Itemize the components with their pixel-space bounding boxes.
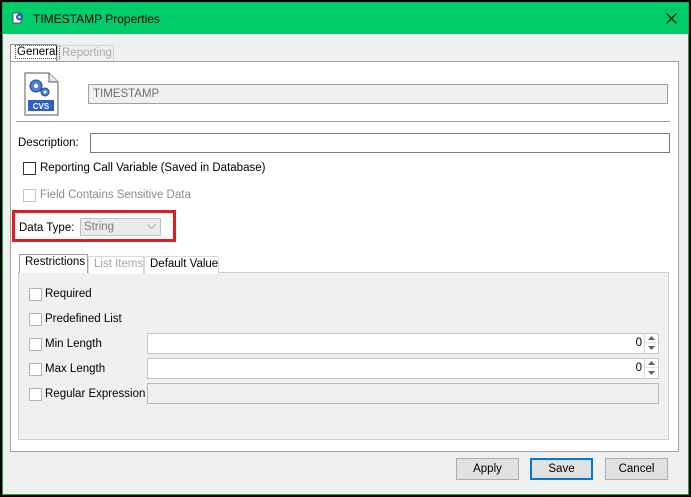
max-length-stepper[interactable]: 0 <box>147 358 659 379</box>
data-type-select[interactable]: String <box>80 218 161 236</box>
window-title: TIMESTAMP Properties <box>33 12 160 26</box>
chevron-down-icon <box>142 219 160 235</box>
spin-down-icon[interactable] <box>645 343 658 352</box>
apply-button[interactable]: Apply <box>456 458 519 480</box>
tab-general[interactable]: General <box>10 44 60 62</box>
min-length-spin-buttons <box>644 334 658 353</box>
title-bar: TIMESTAMP Properties <box>3 3 688 34</box>
tab-restrictions[interactable]: Restrictions <box>19 254 88 273</box>
close-button[interactable] <box>654 3 688 34</box>
predefined-list-label: Predefined List <box>45 313 122 325</box>
tab-default-value[interactable]: Default Value <box>144 256 219 274</box>
data-type-value: String <box>84 221 115 233</box>
regex-label: Regular Expression <box>45 388 146 400</box>
regex-checkbox[interactable] <box>29 388 42 401</box>
tab-reporting[interactable]: Reporting <box>57 45 114 62</box>
restrictions-panel <box>18 272 669 440</box>
spin-up-icon[interactable] <box>645 359 658 368</box>
max-length-checkbox[interactable] <box>29 363 42 376</box>
min-length-stepper[interactable]: 0 <box>147 333 659 354</box>
required-label: Required <box>45 288 92 300</box>
sensitive-data-label: Field Contains Sensitive Data <box>40 189 191 201</box>
predefined-list-checkbox[interactable] <box>29 313 42 326</box>
description-input[interactable] <box>90 133 670 153</box>
max-length-label: Max Length <box>45 363 106 375</box>
required-checkbox[interactable] <box>29 288 42 301</box>
max-length-spin-buttons <box>644 359 658 378</box>
cancel-button[interactable]: Cancel <box>605 458 668 480</box>
min-length-label: Min Length <box>45 338 102 350</box>
spin-up-icon[interactable] <box>645 334 658 343</box>
description-label: Description: <box>18 137 79 149</box>
tab-list-items[interactable]: List Items <box>88 256 144 274</box>
min-length-value: 0 <box>635 337 642 349</box>
reporting-call-variable-label: Reporting Call Variable (Saved in Databa… <box>40 162 266 174</box>
min-length-checkbox[interactable] <box>29 338 42 351</box>
cvs-gear-document-icon: CVS <box>24 72 59 116</box>
close-icon <box>665 13 677 24</box>
regex-input[interactable] <box>147 383 659 404</box>
variable-name-field: TIMESTAMP <box>88 84 668 104</box>
cvs-icon-label: CVS <box>33 102 50 111</box>
spin-down-icon[interactable] <box>645 368 658 377</box>
reporting-call-variable-checkbox[interactable] <box>23 162 36 175</box>
separator <box>16 121 670 122</box>
data-type-label: Data Type: <box>19 222 75 234</box>
gear-document-icon <box>12 12 23 24</box>
max-length-value: 0 <box>635 362 642 374</box>
sensitive-data-checkbox[interactable] <box>23 189 36 202</box>
save-button[interactable]: Save <box>530 458 593 480</box>
